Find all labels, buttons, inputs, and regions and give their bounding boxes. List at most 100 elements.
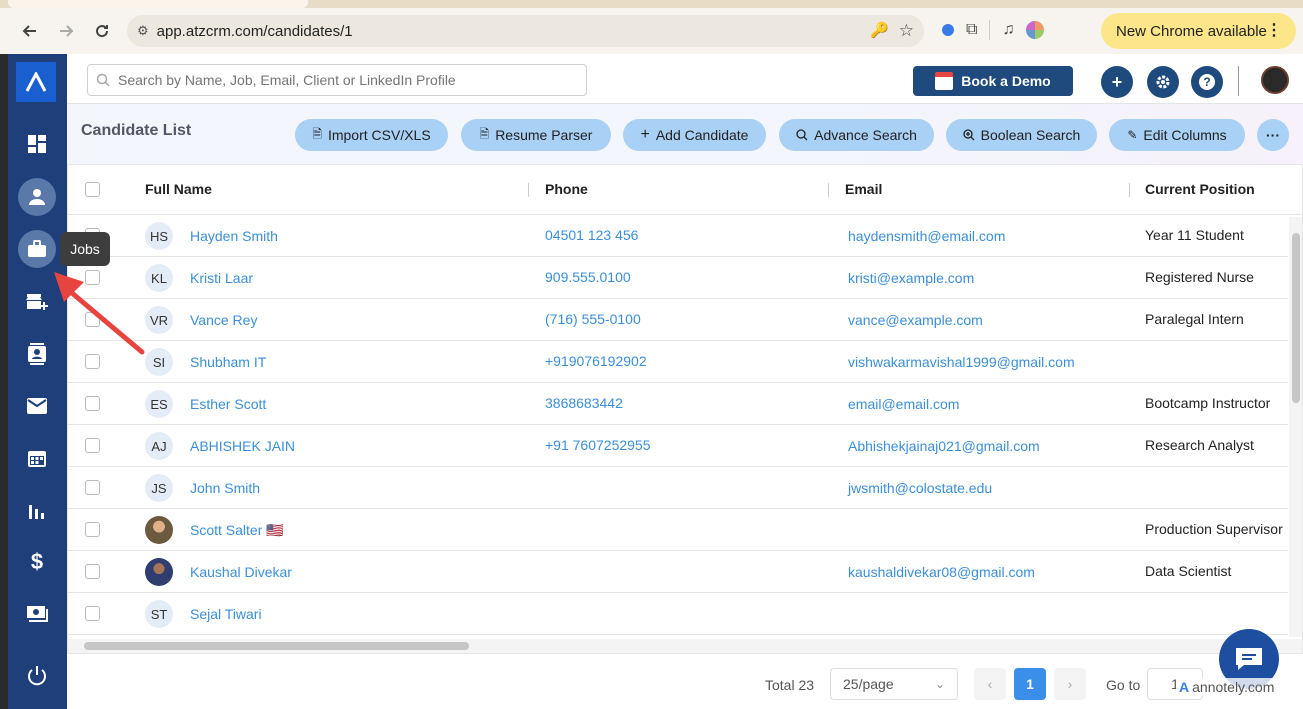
address-bar[interactable]: ⚙ app.atzcrm.com/candidates/1 🔑 ☆ xyxy=(127,15,924,47)
email-link[interactable]: jwsmith@colostate.edu xyxy=(848,480,992,496)
edit-columns-button[interactable]: ✎ Edit Columns xyxy=(1109,119,1245,151)
store-add-icon[interactable] xyxy=(17,282,57,322)
dollar-icon[interactable]: $ xyxy=(17,542,57,582)
email-link[interactable]: Abhishekjainaj021@gmail.com xyxy=(848,438,1040,454)
reports-icon[interactable] xyxy=(17,490,57,530)
extension-dot-icon[interactable] xyxy=(942,24,954,36)
email-link[interactable]: kristi@example.com xyxy=(848,270,974,286)
mail-icon[interactable] xyxy=(17,386,57,426)
column-header-email[interactable]: Email xyxy=(845,181,882,197)
row-checkbox[interactable] xyxy=(85,312,100,327)
table-row[interactable]: ST Sejal Tiwari xyxy=(68,593,1288,635)
email-link[interactable]: kaushaldivekar08@gmail.com xyxy=(848,564,1035,580)
next-page-button[interactable]: › xyxy=(1054,668,1086,700)
money-icon[interactable] xyxy=(17,594,57,634)
table-row[interactable]: JS John Smith jwsmith@colostate.edu xyxy=(68,467,1288,509)
row-checkbox[interactable] xyxy=(85,480,100,495)
horizontal-scrollbar[interactable] xyxy=(68,639,1302,653)
prev-page-button[interactable]: ‹ xyxy=(974,668,1006,700)
calendar-icon[interactable] xyxy=(17,438,57,478)
global-search[interactable] xyxy=(87,64,587,96)
row-checkbox[interactable] xyxy=(85,396,100,411)
row-checkbox[interactable] xyxy=(85,564,100,579)
help-icon[interactable]: ? xyxy=(1191,66,1223,98)
key-icon[interactable]: 🔑 xyxy=(870,21,889,41)
candidate-name-link[interactable]: Shubham IT xyxy=(190,354,266,370)
resume-parser-button[interactable]: 🗎 Resume Parser xyxy=(461,119,611,151)
table-row[interactable]: HS Hayden Smith 04501 123 456 haydensmit… xyxy=(68,215,1288,257)
candidate-name-link[interactable]: ABHISHEK JAIN xyxy=(190,438,295,454)
reload-icon[interactable] xyxy=(84,13,120,49)
horizontal-scroll-thumb[interactable] xyxy=(84,642,469,650)
table-row[interactable]: SI Shubham IT +919076192902 vishwakarmav… xyxy=(68,341,1288,383)
chrome-menu-icon[interactable]: ⋮ xyxy=(1266,20,1282,40)
table-row[interactable]: ES Esther Scott 3868683442 email@email.c… xyxy=(68,383,1288,425)
email-link[interactable]: haydensmith@email.com xyxy=(848,228,1005,244)
table-row[interactable]: KL Kristi Laar 909.555.0100 kristi@examp… xyxy=(68,257,1288,299)
candidate-name-link[interactable]: Sejal Tiwari xyxy=(190,606,262,622)
search-input[interactable] xyxy=(118,72,578,88)
site-settings-icon[interactable]: ⚙ xyxy=(137,23,149,39)
phone-link[interactable]: 909.555.0100 xyxy=(545,269,631,285)
book-demo-button[interactable]: Book a Demo xyxy=(913,66,1073,96)
phone-link[interactable]: 3868683442 xyxy=(545,395,623,411)
candidate-name-link[interactable]: Kaushal Divekar xyxy=(190,564,292,580)
more-dots-icon[interactable]: ··· xyxy=(1257,119,1289,151)
phone-link[interactable]: (716) 555-0100 xyxy=(545,311,641,327)
media-queue-icon[interactable]: ♫ xyxy=(1002,21,1014,39)
plus-icon[interactable]: + xyxy=(1101,66,1133,98)
vertical-scrollbar[interactable] xyxy=(1289,217,1302,637)
gear-icon[interactable] xyxy=(1147,66,1179,98)
candidate-table: Full Name Phone Email Current Position H… xyxy=(67,164,1303,654)
page-button-current[interactable]: 1 xyxy=(1014,668,1046,700)
profile-icon[interactable] xyxy=(1026,21,1045,39)
row-checkbox[interactable] xyxy=(85,270,100,285)
table-row[interactable]: Kaushal Divekar kaushaldivekar08@gmail.c… xyxy=(68,551,1288,593)
advance-search-button[interactable]: Advance Search xyxy=(779,119,934,151)
email-link[interactable]: email@email.com xyxy=(848,396,959,412)
phone-link[interactable]: +91 7607252955 xyxy=(545,437,651,453)
row-checkbox[interactable] xyxy=(85,438,100,453)
column-resize-handle[interactable] xyxy=(828,183,829,197)
candidate-name-link[interactable]: John Smith xyxy=(190,480,260,496)
add-candidate-button[interactable]: + Add Candidate xyxy=(623,119,766,151)
select-all-checkbox[interactable] xyxy=(85,182,100,197)
watermark-text: annotely.com xyxy=(1192,679,1275,695)
user-avatar[interactable] xyxy=(1261,66,1289,94)
page-size-select[interactable]: 25/page ⌄ xyxy=(830,668,958,700)
boolean-search-button[interactable]: Boolean Search xyxy=(946,119,1097,151)
app-logo[interactable] xyxy=(16,62,56,102)
phone-link[interactable]: 04501 123 456 xyxy=(545,227,638,243)
forward-icon[interactable] xyxy=(48,13,84,49)
table-row[interactable]: Scott Salter 🇺🇸 Production Supervisor xyxy=(68,509,1288,551)
row-checkbox[interactable] xyxy=(85,522,100,537)
row-checkbox[interactable] xyxy=(85,354,100,369)
candidate-name-link[interactable]: Esther Scott xyxy=(190,396,266,412)
power-icon[interactable] xyxy=(17,656,57,696)
row-checkbox[interactable] xyxy=(85,606,100,621)
dashboard-icon[interactable] xyxy=(17,124,57,164)
phone-link[interactable]: +919076192902 xyxy=(545,353,647,369)
person-icon[interactable] xyxy=(18,178,56,216)
candidate-name-link[interactable]: Kristi Laar xyxy=(190,270,253,286)
contacts-icon[interactable] xyxy=(17,334,57,374)
column-resize-handle[interactable] xyxy=(1129,183,1130,197)
table-row[interactable]: VR Vance Rey (716) 555-0100 vance@exampl… xyxy=(68,299,1288,341)
table-row[interactable]: AJ ABHISHEK JAIN +91 7607252955 Abhishek… xyxy=(68,425,1288,467)
new-chrome-button[interactable]: New Chrome available ⋮ xyxy=(1101,13,1296,49)
column-header-full-name[interactable]: Full Name xyxy=(145,181,212,197)
bookmark-star-icon[interactable]: ☆ xyxy=(899,21,914,41)
candidate-name-link[interactable]: Hayden Smith xyxy=(190,228,278,244)
candidate-name-link[interactable]: Vance Rey xyxy=(190,312,257,328)
vertical-scroll-thumb[interactable] xyxy=(1292,233,1300,403)
email-link[interactable]: vance@example.com xyxy=(848,312,983,328)
candidate-name-link[interactable]: Scott Salter 🇺🇸 xyxy=(190,522,284,539)
column-resize-handle[interactable] xyxy=(528,183,529,197)
column-header-phone[interactable]: Phone xyxy=(545,181,588,197)
column-header-current-position[interactable]: Current Position xyxy=(1145,181,1255,197)
back-icon[interactable] xyxy=(12,13,48,49)
briefcase-icon[interactable] xyxy=(18,230,56,268)
import-csv-button[interactable]: 🗎 Import CSV/XLS xyxy=(295,119,448,151)
extensions-puzzle-icon[interactable]: ⧉ xyxy=(966,21,977,39)
email-link[interactable]: vishwakarmavishal1999@gmail.com xyxy=(848,354,1075,370)
